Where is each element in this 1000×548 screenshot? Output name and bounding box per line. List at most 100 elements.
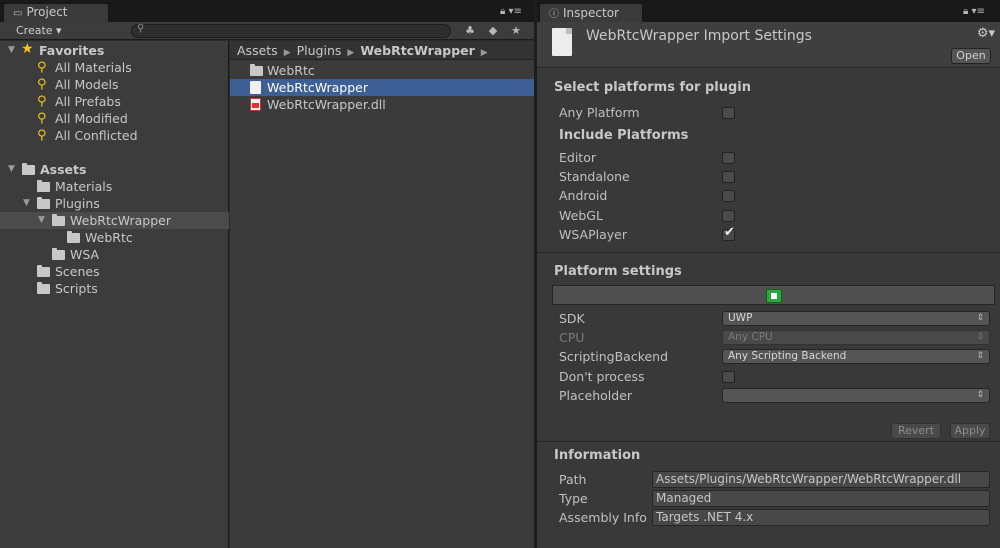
search-icon: ⚲ bbox=[137, 23, 145, 34]
platform-checkbox-editor[interactable] bbox=[722, 152, 735, 164]
platform-label-webgl: WebGL bbox=[559, 208, 603, 223]
tree-folder-materials[interactable]: Materials bbox=[0, 178, 229, 195]
project-tab-bar: ▭ Project 🔒︎ ▾≡ bbox=[0, 0, 534, 22]
sdk-dropdown[interactable]: UWP ⇕ bbox=[722, 311, 990, 326]
breadcrumb-item[interactable]: Assets bbox=[237, 43, 278, 58]
tree-folder-plugins[interactable]: ▼ Plugins bbox=[0, 195, 229, 212]
breadcrumb: Assets ▶ Plugins ▶ WebRtcWrapper ▶ bbox=[230, 41, 534, 60]
expand-arrow-icon[interactable]: ▼ bbox=[23, 195, 30, 212]
tree-folder-wsa[interactable]: WSA bbox=[0, 246, 229, 263]
expand-arrow-icon[interactable]: ▼ bbox=[38, 212, 45, 229]
platform-settings-header: Platform settings bbox=[554, 264, 682, 279]
information-header: Information bbox=[554, 448, 641, 463]
platform-checkbox-standalone[interactable] bbox=[722, 171, 735, 183]
any-platform-label: Any Platform bbox=[559, 105, 640, 120]
project-tab-icon: ▭ bbox=[13, 8, 23, 19]
dropdown-caret-icon: ⇕ bbox=[976, 313, 984, 323]
divider bbox=[537, 441, 1000, 442]
breadcrumb-item[interactable]: WebRtcWrapper bbox=[360, 43, 474, 58]
tree-folder-webrtc[interactable]: WebRtc bbox=[0, 229, 229, 246]
filter-by-type-icon[interactable]: ♣ bbox=[462, 24, 478, 38]
tree-folder-webrtcwrapper[interactable]: ▼ WebRtcWrapper bbox=[0, 212, 229, 229]
tab-project[interactable]: ▭ Project bbox=[3, 3, 109, 22]
platform-tab-wsa[interactable] bbox=[552, 285, 995, 305]
tab-inspector[interactable]: ⓘ Inspector bbox=[539, 3, 643, 22]
chevron-right-icon: ▶ bbox=[480, 48, 488, 58]
folder-icon bbox=[37, 180, 50, 192]
tree-folder-scripts[interactable]: Scripts bbox=[0, 280, 229, 297]
dont-process-checkbox[interactable] bbox=[722, 371, 735, 383]
favorite-item[interactable]: ⚲ All Prefabs bbox=[0, 93, 229, 110]
lock-icon[interactable]: 🔒︎ ▾≡ bbox=[963, 6, 985, 17]
path-field[interactable]: Assets/Plugins/WebRtcWrapper/WebRtcWrapp… bbox=[652, 471, 990, 488]
favorites-star-icon: ★ bbox=[21, 41, 34, 57]
windows-store-icon bbox=[766, 289, 782, 303]
search-filter-icon: ⚲ bbox=[37, 77, 47, 92]
tree-favorites[interactable]: ▼ ★ Favorites bbox=[0, 41, 229, 59]
project-toolbar: Create ▾ ⚲ ♣ ◆ ★ bbox=[0, 22, 534, 40]
type-field[interactable]: Managed bbox=[652, 490, 990, 507]
open-button[interactable]: Open bbox=[951, 48, 991, 64]
checkmark-icon: ✔ bbox=[724, 225, 735, 240]
tree-folder-scenes[interactable]: Scenes bbox=[0, 263, 229, 280]
path-label: Path bbox=[559, 472, 587, 487]
dont-process-label: Don't process bbox=[559, 369, 645, 384]
expand-arrow-icon[interactable]: ▼ bbox=[8, 161, 15, 178]
folder-icon bbox=[52, 214, 65, 226]
save-search-star-icon[interactable]: ★ bbox=[508, 24, 524, 38]
tree-assets[interactable]: ▼ Assets bbox=[0, 161, 229, 178]
cpu-dropdown: Any CPU ⇕ bbox=[722, 330, 990, 345]
search-filter-icon: ⚲ bbox=[37, 111, 47, 126]
folder-icon bbox=[250, 64, 263, 76]
search-filter-icon: ⚲ bbox=[37, 60, 47, 75]
platform-checkbox-webgl[interactable] bbox=[722, 210, 735, 222]
folder-icon bbox=[52, 248, 65, 260]
create-dropdown[interactable]: Create ▾ bbox=[16, 24, 62, 37]
search-filter-icon: ⚲ bbox=[37, 94, 47, 109]
any-platform-checkbox[interactable] bbox=[722, 107, 735, 119]
platform-label-android: Android bbox=[559, 188, 608, 203]
folder-tree: ▼ ★ Favorites ⚲ All Materials ⚲ All Mode… bbox=[0, 41, 229, 548]
asset-item-webrtcwrapper[interactable]: WebRtcWrapper bbox=[230, 79, 534, 96]
filter-by-label-icon[interactable]: ◆ bbox=[485, 24, 501, 38]
favorite-item[interactable]: ⚲ All Materials bbox=[0, 59, 229, 76]
platform-label-wsaplayer: WSAPlayer bbox=[559, 227, 627, 242]
assembly-info-field[interactable]: Targets .NET 4.x bbox=[652, 509, 990, 526]
asset-item-webrtcwrapper-dll[interactable]: WebRtcWrapper.dll bbox=[230, 96, 534, 113]
platform-label-editor: Editor bbox=[559, 150, 596, 165]
include-platforms-header: Include Platforms bbox=[559, 128, 689, 143]
sdk-label: SDK bbox=[559, 311, 585, 326]
breadcrumb-item[interactable]: Plugins bbox=[297, 43, 342, 58]
dropdown-caret-icon: ⇕ bbox=[976, 332, 984, 342]
search-filter-icon: ⚲ bbox=[37, 128, 47, 143]
divider bbox=[537, 252, 1000, 253]
scripting-backend-label: ScriptingBackend bbox=[559, 349, 669, 364]
select-platforms-header: Select platforms for plugin bbox=[554, 80, 752, 95]
favorite-item[interactable]: ⚲ All Models bbox=[0, 76, 229, 93]
favorite-item[interactable]: ⚲ All Modified bbox=[0, 110, 229, 127]
lock-icon[interactable]: 🔒︎ ▾≡ bbox=[500, 6, 522, 17]
revert-button[interactable]: Revert bbox=[891, 423, 941, 439]
favorite-item[interactable]: ⚲ All Conflicted bbox=[0, 127, 229, 144]
chevron-right-icon: ▶ bbox=[283, 48, 291, 58]
inspector-window: ⓘ Inspector 🔒︎ ▾≡ WebRtcWrapper Import Se… bbox=[537, 0, 1000, 548]
project-window: ▭ Project 🔒︎ ▾≡ Create ▾ ⚲ ♣ ◆ ★ ▼ ★ Favo… bbox=[0, 0, 534, 548]
apply-button[interactable]: Apply bbox=[950, 423, 990, 439]
folder-icon bbox=[37, 197, 50, 209]
asset-item-webrtc-folder[interactable]: WebRtc bbox=[230, 62, 534, 79]
placeholder-dropdown[interactable]: ⇕ bbox=[722, 388, 990, 403]
type-label: Type bbox=[559, 491, 588, 506]
gear-icon[interactable]: ⚙▾ bbox=[977, 26, 995, 41]
folder-icon bbox=[22, 163, 35, 175]
asset-content-pane: Assets ▶ Plugins ▶ WebRtcWrapper ▶ WebRtc Web… bbox=[230, 41, 534, 548]
search-input[interactable]: ⚲ bbox=[131, 23, 451, 38]
folder-icon bbox=[37, 265, 50, 277]
chevron-right-icon: ▶ bbox=[347, 48, 355, 58]
expand-arrow-icon[interactable]: ▼ bbox=[8, 42, 15, 59]
document-icon bbox=[250, 81, 261, 94]
scripting-backend-dropdown[interactable]: Any Scripting Backend ⇕ bbox=[722, 349, 990, 364]
platform-checkbox-wsaplayer[interactable]: ✔ bbox=[722, 225, 735, 241]
assembly-info-label: Assembly Info bbox=[559, 510, 647, 525]
platform-checkbox-android[interactable] bbox=[722, 190, 735, 202]
placeholder-label: Placeholder bbox=[559, 388, 633, 403]
